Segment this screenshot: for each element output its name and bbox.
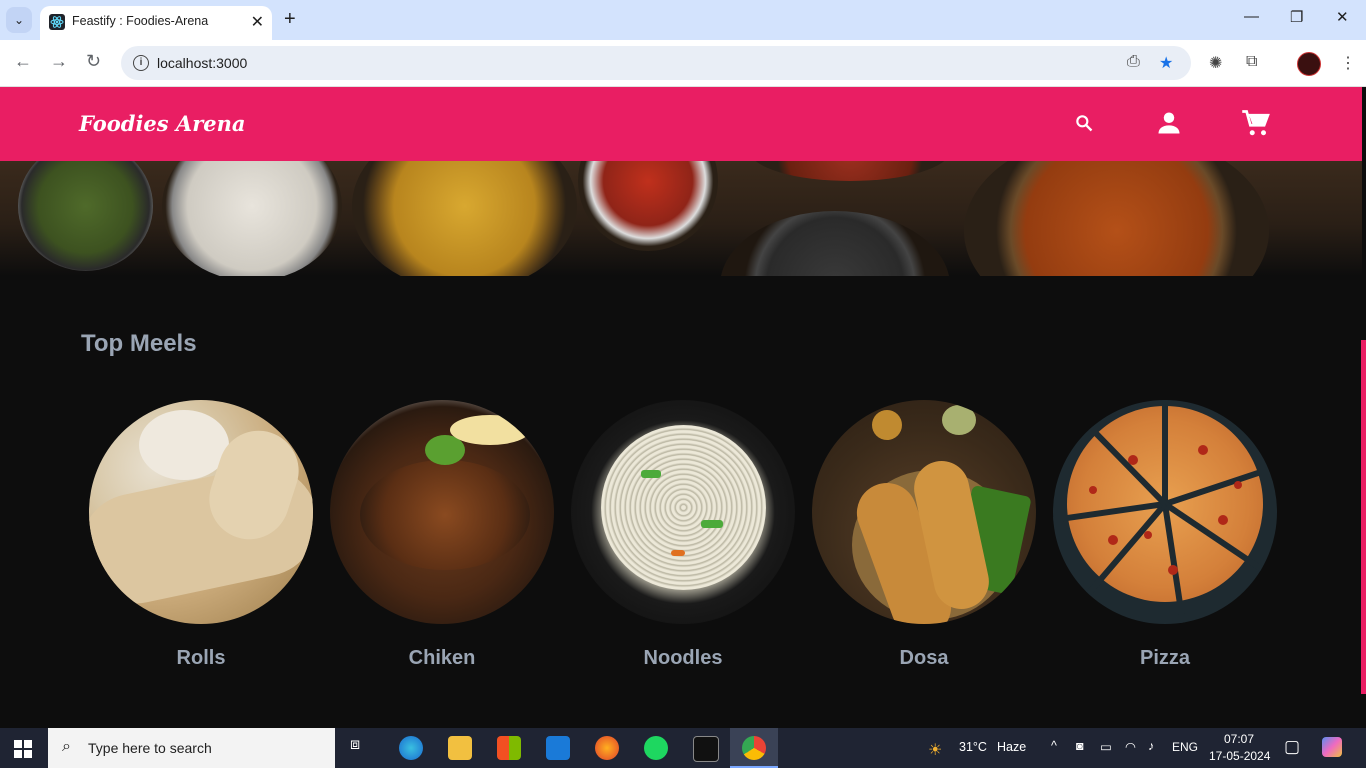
os-taskbar: ⌕ Type here to search ⧈ ☀ 31°C Haze ^ ◙ …	[0, 728, 1366, 768]
window-close-icon[interactable]: ✕	[1336, 8, 1349, 26]
meal-card-dosa[interactable]: Dosa	[812, 400, 1036, 670]
meal-label: Rolls	[176, 647, 226, 669]
task-view-icon[interactable]: ⧈	[350, 736, 374, 760]
clock-date[interactable]: 17-05-2024	[1209, 749, 1270, 763]
user-icon[interactable]	[1155, 109, 1183, 142]
meal-image[interactable]	[1053, 400, 1277, 624]
extension-icon[interactable]: ✺	[1209, 53, 1222, 73]
chevron-up-icon[interactable]: ^	[1051, 739, 1057, 753]
arrow-left-icon[interactable]: ←	[14, 51, 32, 72]
taskbar-search-placeholder[interactable]: Type here to search	[88, 740, 212, 756]
file-explorer-icon[interactable]	[448, 736, 472, 760]
mail-icon[interactable]	[546, 736, 570, 760]
language-indicator[interactable]: ENG	[1172, 740, 1198, 754]
meet-now-icon[interactable]: ◙	[1076, 739, 1084, 753]
store-icon[interactable]	[497, 736, 521, 760]
react-favicon-icon	[49, 14, 65, 30]
page-scrollbar[interactable]	[1361, 340, 1366, 694]
meal-label: Chiken	[408, 647, 476, 669]
meal-label: Dosa	[899, 647, 949, 669]
browser-toolbar: ← → ↻ i localhost:3000 ⎙ ★ ✺ ⧉ ⋮	[0, 40, 1366, 87]
browser-tabstrip: ⌄ Feastify : Foodies-Arena ✕ + — ❐ ✕	[0, 0, 1366, 40]
url-text[interactable]: localhost:3000	[157, 55, 247, 71]
chevron-down-icon: ⌄	[13, 13, 25, 27]
star-icon[interactable]: ★	[1159, 53, 1173, 73]
meal-image[interactable]	[330, 400, 554, 624]
wifi-icon[interactable]: ◠	[1125, 739, 1136, 754]
firefox-icon[interactable]	[595, 736, 619, 760]
copilot-icon[interactable]	[1322, 737, 1342, 757]
volume-icon[interactable]: ♪	[1148, 739, 1154, 753]
weather-icon[interactable]: ☀	[928, 740, 942, 760]
chrome-taskbar-button[interactable]	[730, 728, 778, 768]
meal-card-rolls[interactable]: Rolls	[89, 400, 313, 670]
search-icon: ⌕	[62, 738, 71, 755]
restore-icon[interactable]: ❐	[1290, 8, 1303, 26]
install-app-icon[interactable]: ⎙	[1127, 53, 1140, 71]
notification-icon[interactable]: ▢	[1284, 737, 1300, 757]
edge-icon[interactable]	[399, 736, 423, 760]
tab-title: Feastify : Foodies-Arena	[72, 14, 209, 28]
chrome-icon	[742, 736, 766, 760]
meal-label: Noodles	[643, 647, 723, 669]
weather-temp[interactable]: 31°C	[959, 740, 987, 754]
arrow-right-icon[interactable]: →	[50, 51, 68, 72]
kebab-menu-icon[interactable]: ⋮	[1340, 53, 1356, 73]
meal-card-noodles[interactable]: Noodles	[571, 400, 795, 670]
hero-banner-image	[0, 161, 1362, 276]
browser-tab-active[interactable]: Feastify : Foodies-Arena ✕	[40, 6, 272, 40]
windows-start-icon[interactable]	[14, 740, 32, 758]
site-navbar: Foodies Arena	[0, 87, 1362, 161]
meal-label: Pizza	[1139, 647, 1191, 669]
taskbar-search[interactable]: ⌕ Type here to search	[48, 728, 335, 768]
puzzle-icon[interactable]: ⧉	[1246, 53, 1257, 71]
info-icon[interactable]: i	[133, 55, 149, 71]
meal-image[interactable]	[812, 400, 1036, 624]
meal-card-chicken[interactable]: Chiken	[330, 400, 554, 670]
reload-icon[interactable]: ↻	[86, 51, 101, 72]
terminal-icon[interactable]	[693, 736, 719, 762]
section-title: Top Meels	[81, 330, 197, 357]
plus-icon[interactable]: +	[284, 8, 296, 31]
meal-image[interactable]	[89, 400, 313, 624]
address-bar[interactable]: i localhost:3000 ⎙ ★	[121, 46, 1191, 80]
battery-icon[interactable]: ▭	[1100, 739, 1112, 754]
page-content: Foodies Arena Top Meels Rolls Chiken Noo…	[0, 87, 1362, 728]
clock-time[interactable]: 07:07	[1224, 732, 1254, 746]
meal-image[interactable]	[571, 400, 795, 624]
minimize-icon[interactable]: —	[1244, 8, 1259, 25]
close-icon[interactable]: ✕	[251, 12, 264, 32]
spotify-icon[interactable]	[644, 736, 668, 760]
search-icon[interactable]	[1074, 113, 1094, 138]
meal-card-pizza[interactable]: Pizza	[1053, 400, 1277, 670]
profile-avatar[interactable]	[1297, 52, 1321, 76]
tab-search-button[interactable]: ⌄	[6, 7, 32, 33]
cart-icon[interactable]	[1240, 109, 1272, 144]
brand-logo[interactable]: Foodies Arena	[79, 111, 246, 136]
weather-desc[interactable]: Haze	[997, 740, 1026, 754]
